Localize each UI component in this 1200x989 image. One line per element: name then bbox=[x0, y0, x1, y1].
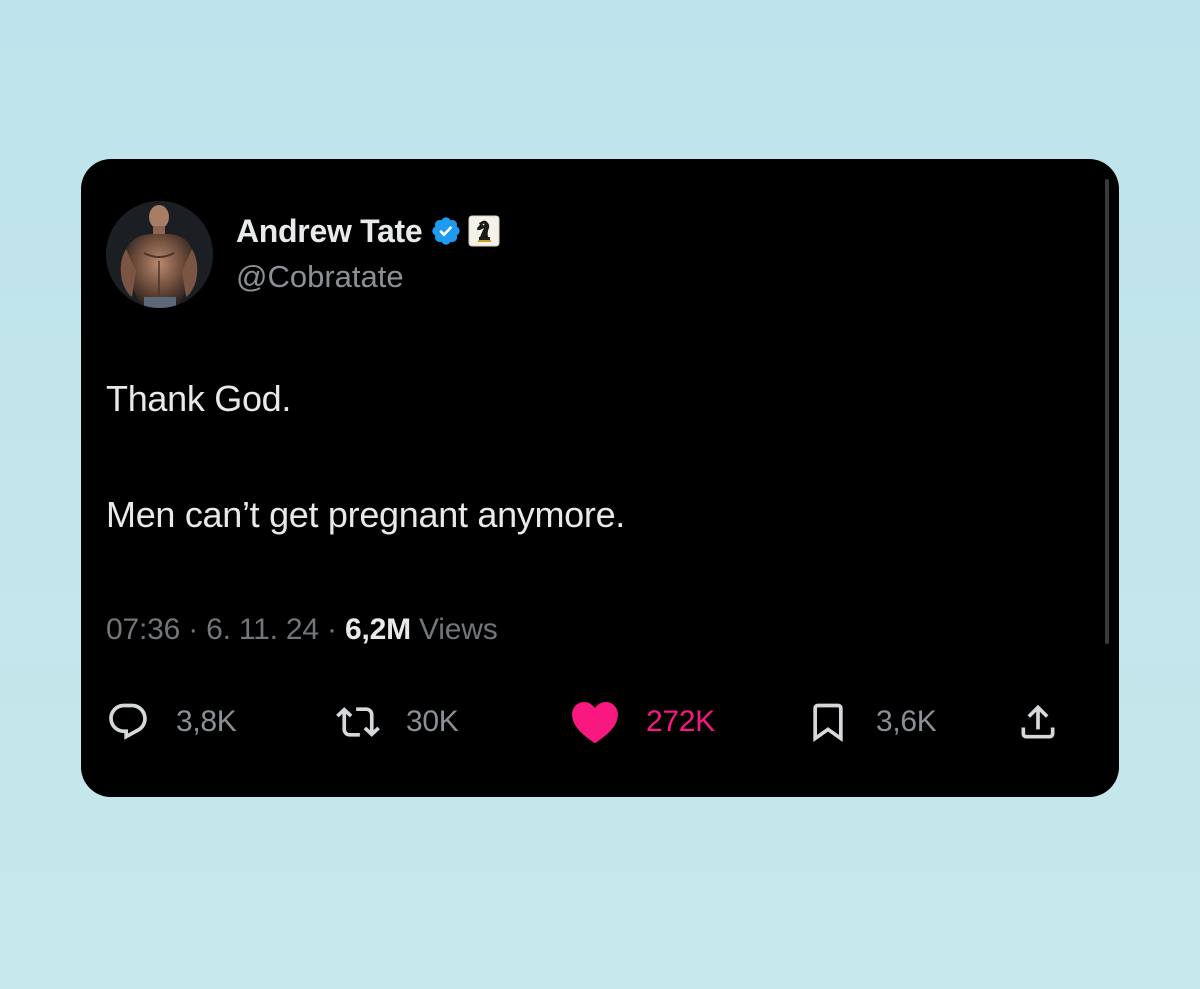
meta-separator: · bbox=[188, 613, 199, 646]
tweet-meta: 07:36 · 6. 11. 24 · 6,2M Views bbox=[106, 613, 498, 647]
avatar[interactable] bbox=[106, 201, 213, 308]
tweet-text: Thank God. Men can’t get pregnant anymor… bbox=[106, 377, 1066, 537]
verified-badge-icon[interactable] bbox=[430, 215, 462, 247]
tweet-actions: 3,8K 30K 272K 3,6K bbox=[106, 698, 1086, 746]
avatar-photo bbox=[106, 201, 213, 308]
repost-icon bbox=[336, 707, 380, 737]
scrollbar[interactable] bbox=[1105, 179, 1109, 644]
repost-count: 30K bbox=[406, 705, 459, 738]
tweet-text-line-2: Men can’t get pregnant anymore. bbox=[106, 494, 626, 535]
share-icon bbox=[1021, 704, 1055, 739]
tweet-date[interactable]: 6. 11. 24 bbox=[206, 613, 319, 646]
tweet-text-line-1: Thank God. bbox=[106, 378, 292, 419]
author-name-row: Andrew Tate bbox=[236, 211, 500, 251]
bookmark-icon bbox=[813, 703, 843, 743]
share-button[interactable] bbox=[1016, 698, 1060, 746]
tweet-card[interactable]: Andrew Tate @Cobratate Thank God. Men ca… bbox=[81, 159, 1119, 797]
author-handle[interactable]: @Cobratate bbox=[236, 259, 404, 295]
reply-button[interactable]: 3,8K bbox=[106, 698, 237, 746]
reply-count: 3,8K bbox=[176, 705, 237, 738]
views-count[interactable]: 6,2M bbox=[345, 613, 411, 646]
views-label: Views bbox=[419, 613, 498, 646]
like-count: 272K bbox=[646, 705, 715, 738]
meta-separator: · bbox=[327, 613, 337, 646]
chess-knight-badge-icon[interactable] bbox=[468, 215, 500, 247]
like-button[interactable]: 272K bbox=[570, 698, 715, 746]
author-name[interactable]: Andrew Tate bbox=[236, 213, 423, 250]
bookmark-count: 3,6K bbox=[876, 705, 937, 738]
reply-icon bbox=[109, 703, 147, 740]
repost-button[interactable]: 30K bbox=[336, 698, 459, 746]
bookmark-button[interactable]: 3,6K bbox=[806, 698, 937, 746]
tweet-time[interactable]: 07:36 bbox=[106, 613, 180, 646]
heart-icon bbox=[572, 702, 618, 744]
